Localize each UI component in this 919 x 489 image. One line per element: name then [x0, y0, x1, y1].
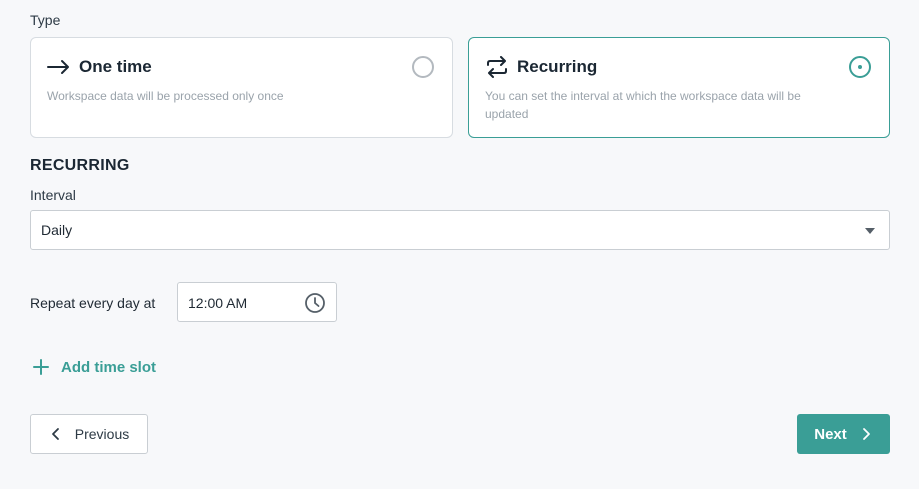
schedule-form: Type One time Workspace data will be pro… — [0, 0, 919, 489]
one-time-title: One time — [79, 57, 152, 76]
next-button[interactable]: Next — [797, 414, 890, 454]
recurring-description: You can set the interval at which the wo… — [485, 89, 801, 121]
recurring-title: Recurring — [517, 57, 598, 76]
recurring-section-title: RECURRING — [30, 157, 130, 174]
recurring-radio[interactable] — [849, 56, 871, 78]
chevron-left-icon — [49, 427, 63, 441]
caret-down-icon — [865, 228, 875, 234]
clock-icon[interactable] — [304, 292, 326, 314]
repeat-icon — [485, 56, 509, 78]
interval-select[interactable]: Daily — [30, 210, 890, 250]
previous-label: Previous — [74, 426, 130, 442]
recurring-option-card[interactable]: Recurring You can set the interval at wh… — [468, 37, 890, 138]
repeat-label: Repeat every day at — [30, 295, 156, 311]
radio-selected-dot — [858, 65, 862, 69]
one-time-description: Workspace data will be processed only on… — [47, 89, 284, 103]
time-input[interactable]: 12:00 AM — [177, 282, 337, 322]
one-time-option-card[interactable]: One time Workspace data will be processe… — [30, 37, 453, 138]
interval-selected-value: Daily — [41, 222, 73, 238]
add-time-slot-label: Add time slot — [61, 358, 157, 376]
plus-icon — [30, 356, 52, 378]
previous-button[interactable]: Previous — [30, 414, 148, 454]
chevron-right-icon — [859, 427, 873, 441]
arrow-right-icon — [47, 56, 71, 78]
type-label: Type — [30, 12, 61, 28]
one-time-radio[interactable] — [412, 56, 434, 78]
add-time-slot-button[interactable]: Add time slot — [30, 354, 156, 380]
time-value: 12:00 AM — [188, 295, 248, 311]
interval-label: Interval — [30, 187, 76, 203]
next-label: Next — [814, 425, 847, 443]
